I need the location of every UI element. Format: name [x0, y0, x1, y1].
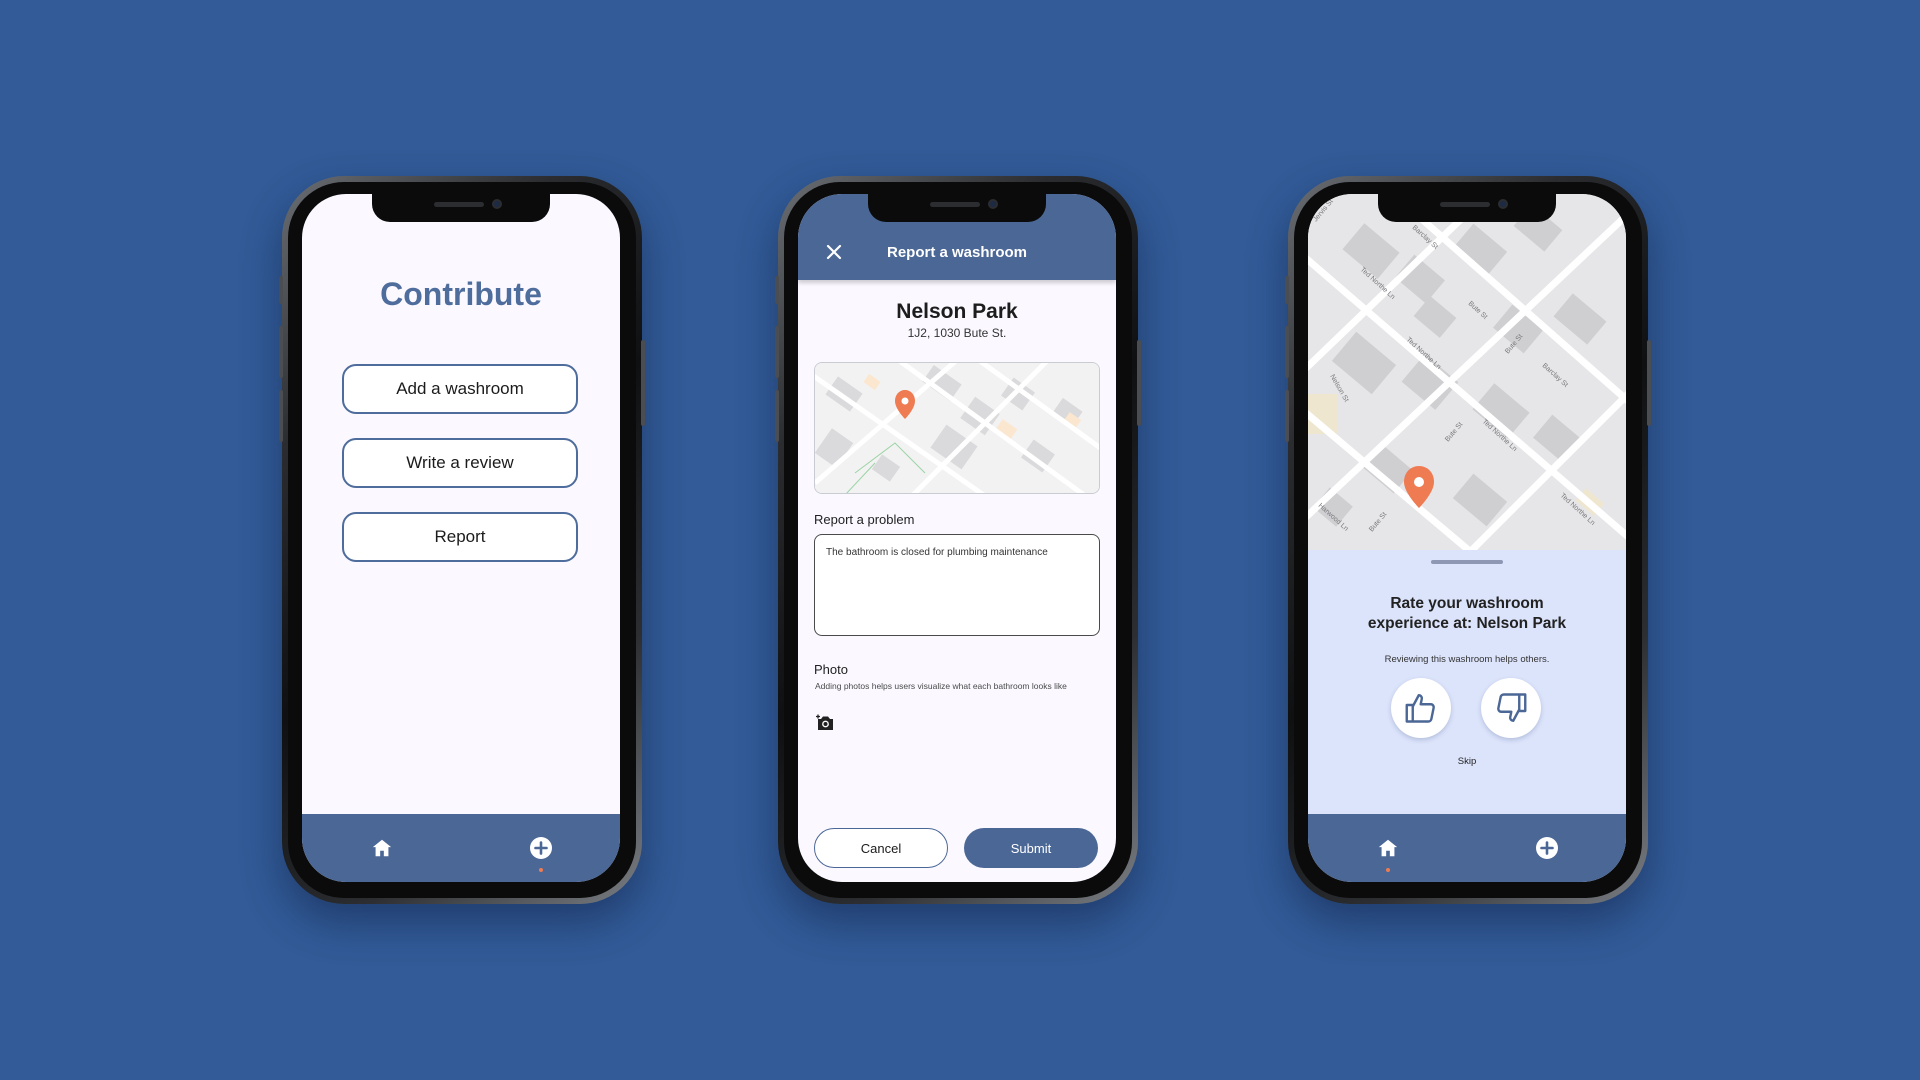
- thumbs-up-icon: [1405, 694, 1435, 723]
- place-address: 1J2, 1030 Bute St.: [907, 326, 1007, 340]
- place-name: Nelson Park: [896, 300, 1018, 323]
- add-washroom-button[interactable]: Add a washroom: [342, 364, 578, 414]
- home-icon: [1378, 839, 1397, 857]
- photo-hint: Adding photos helps users visualize what…: [815, 681, 1067, 691]
- rating-subtitle: Reviewing this washroom helps others.: [1384, 654, 1550, 665]
- phone-mockup-contribute: Contribute Add a washroom Write a review…: [279, 176, 645, 904]
- page-title: Contribute: [380, 276, 542, 312]
- nav-home[interactable]: [302, 814, 461, 882]
- add-circle-icon: [529, 837, 552, 859]
- nav-add[interactable]: [461, 814, 620, 882]
- thumbs-down-icon: [1497, 693, 1527, 722]
- rating-bottom-sheet: Rate your washroom experience at: Nelson…: [1308, 550, 1626, 814]
- thumbs-down-button[interactable]: [1481, 678, 1541, 738]
- rating-title: Rate your washroom experience at: Nelson…: [1367, 595, 1567, 633]
- rate-washroom-screen: Barclay St Ted Northe Ln Ted Northe Ln B…: [1308, 194, 1626, 882]
- add-photo-icon[interactable]: [815, 714, 835, 732]
- phone-mockup-rate: Barclay St Ted Northe Ln Ted Northe Ln B…: [1285, 176, 1651, 904]
- thumbs-up-button[interactable]: [1391, 678, 1451, 738]
- cancel-button[interactable]: Cancel: [814, 828, 948, 868]
- report-button[interactable]: Report: [342, 512, 578, 562]
- skip-link[interactable]: Skip: [1308, 756, 1626, 767]
- location-map[interactable]: [814, 362, 1100, 494]
- app-bar-title: Report a washroom: [886, 244, 1028, 261]
- write-review-button[interactable]: Write a review: [342, 438, 578, 488]
- problem-label: Report a problem: [814, 512, 915, 527]
- nav-add[interactable]: [1467, 814, 1626, 882]
- active-indicator: [1385, 868, 1390, 872]
- bottom-nav: [1308, 814, 1626, 882]
- photo-label: Photo: [814, 662, 848, 677]
- phone-mockup-report: Report a washroom Nelson Park 1J2, 1030 …: [775, 176, 1141, 904]
- report-washroom-screen: Report a washroom Nelson Park 1J2, 1030 …: [798, 194, 1116, 882]
- bottom-nav: [302, 814, 620, 882]
- problem-textarea[interactable]: The bathroom is closed for plumbing main…: [814, 534, 1100, 636]
- submit-button[interactable]: Submit: [964, 828, 1098, 868]
- active-indicator: [538, 868, 543, 872]
- nav-home[interactable]: [1308, 814, 1467, 882]
- contribute-screen: Contribute Add a washroom Write a review…: [302, 194, 620, 882]
- map-view[interactable]: Barclay St Ted Northe Ln Ted Northe Ln B…: [1308, 194, 1626, 554]
- home-icon: [372, 839, 391, 857]
- drag-handle[interactable]: [1431, 560, 1503, 564]
- add-circle-icon: [1535, 837, 1558, 859]
